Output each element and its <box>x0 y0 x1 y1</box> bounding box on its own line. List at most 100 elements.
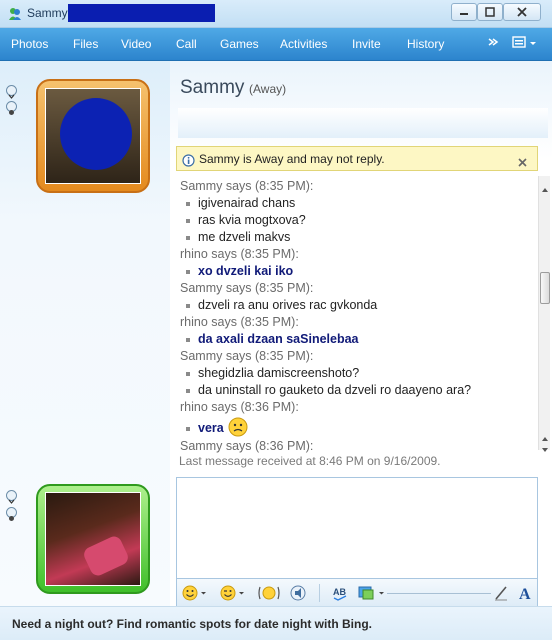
nudge-icon <box>258 586 280 600</box>
notice-text: Sammy is Away and may not reply. <box>199 152 385 166</box>
ad-banner[interactable]: Need a night out? Find romantic spots fo… <box>0 606 552 640</box>
message-text: ras kvia mogtxova? <box>198 213 306 227</box>
menu-bar: Photos Files Video Call Games Activities… <box>0 28 552 61</box>
font-button[interactable]: A <box>517 584 535 602</box>
maximize-button[interactable] <box>477 3 503 21</box>
ad-text[interactable]: Need a night out? Find romantic spots fo… <box>12 617 372 631</box>
send-picture-button[interactable] <box>357 584 387 602</box>
message-text: shegidzlia damiscreenshoto? <box>198 366 360 380</box>
wink-icon <box>220 585 244 601</box>
own-avatar <box>45 492 141 586</box>
svg-text:AB: AB <box>333 587 346 597</box>
chat-message: ras kvia mogtxova? <box>186 213 306 227</box>
menu-games[interactable]: Games <box>220 37 259 51</box>
minimize-icon <box>460 13 468 15</box>
bullet-marker <box>186 303 190 308</box>
sender-header: rhino says (8:35 PM): <box>180 247 299 261</box>
menu-call[interactable]: Call <box>176 37 197 51</box>
bullet-marker <box>186 371 190 376</box>
chat-message: dzveli ra anu orives rac gvkonda <box>186 298 377 312</box>
scroll-up-arrow-icon[interactable] <box>541 428 549 441</box>
voice-clip-button[interactable] <box>289 584 309 602</box>
bullet-marker <box>186 337 190 342</box>
options-menu-button[interactable] <box>512 35 538 54</box>
picture-icon <box>358 586 384 600</box>
chat-scrollbar[interactable] <box>538 176 550 452</box>
pen-icon <box>495 586 507 601</box>
handwriting-button[interactable] <box>493 584 509 602</box>
info-icon <box>182 152 195 171</box>
menu-options-icon <box>512 36 536 48</box>
contact-status: (Away) <box>249 82 287 96</box>
chat-message: xo dvzeli kai iko <box>186 264 293 278</box>
bullet-marker <box>186 201 190 206</box>
menu-files[interactable]: Files <box>73 37 98 51</box>
redacted-block <box>68 4 215 22</box>
chat-message: da axali dzaan saSinelebaa <box>186 332 359 346</box>
message-text: da axali dzaan saSinelebaa <box>198 332 359 346</box>
close-button[interactable] <box>503 3 541 21</box>
webcam-button[interactable] <box>6 101 17 115</box>
redacted-avatar-circle <box>60 98 132 170</box>
font-icon: A <box>519 586 531 602</box>
collapse-button-self[interactable] <box>6 490 17 504</box>
chat-message: shegidzlia damiscreenshoto? <box>186 366 359 380</box>
sender-header: Sammy says (8:36 PM): <box>180 439 314 453</box>
sender-header: Sammy says (8:35 PM): <box>180 349 314 363</box>
close-icon <box>518 158 527 167</box>
menu-invite[interactable]: Invite <box>352 37 381 51</box>
maximize-icon <box>485 7 495 17</box>
scroll-thumb[interactable] <box>540 272 550 304</box>
nudge-button[interactable] <box>257 584 283 602</box>
voice-clip-icon <box>290 585 306 601</box>
webcam-button-self[interactable] <box>6 507 17 521</box>
own-avatar-frame[interactable] <box>36 484 150 594</box>
contact-name: Sammy <box>180 77 245 98</box>
sender-header: Sammy says (8:35 PM): <box>180 281 314 295</box>
toolbar-separator <box>319 584 320 602</box>
sender-header: rhino says (8:35 PM): <box>180 315 299 329</box>
confused-face-icon <box>228 417 248 440</box>
menu-video[interactable]: Video <box>121 37 151 51</box>
last-message-info: Last message received at 8:46 PM on 9/16… <box>179 454 441 468</box>
bullet-marker <box>186 235 190 240</box>
double-chevron-right-icon <box>488 38 499 46</box>
close-icon <box>517 7 527 17</box>
chevron-down-icon <box>8 499 15 504</box>
chat-message: me dzveli makvs <box>186 230 290 244</box>
message-text: igivenairad chans <box>198 196 296 210</box>
scroll-up-arrow-icon[interactable] <box>541 179 549 192</box>
contact-avatar-frame[interactable] <box>36 79 150 193</box>
webcam-icon <box>9 516 14 521</box>
menu-activities[interactable]: Activities <box>280 37 327 51</box>
chat-message: igivenairad chans <box>186 196 295 210</box>
message-text: da uninstall ro gauketo da dzveli ro daa… <box>198 383 472 397</box>
message-history[interactable]: Sammy says (8:35 PM): igivenairad chans ra… <box>176 176 536 453</box>
wink-button[interactable] <box>219 584 245 602</box>
message-text: me dzveli makvs <box>198 230 291 244</box>
avatar-figure <box>81 533 131 579</box>
webcam-icon <box>9 110 14 115</box>
minimize-button[interactable] <box>451 3 477 21</box>
more-menu-button[interactable] <box>487 35 499 52</box>
emoticon-button[interactable] <box>181 584 207 602</box>
notice-close-button[interactable] <box>517 153 528 172</box>
bullet-marker <box>186 218 190 223</box>
input-toolbar: AB A <box>176 578 538 607</box>
messenger-icon <box>8 6 22 20</box>
message-text: vera <box>198 420 224 435</box>
menu-history[interactable]: History <box>407 37 444 51</box>
chat-message: vera <box>186 417 248 440</box>
bullet-marker <box>186 269 190 274</box>
menu-photos[interactable]: Photos <box>11 37 48 51</box>
scroll-down-arrow-icon[interactable] <box>541 439 549 452</box>
spell-check-button[interactable]: AB <box>331 584 351 602</box>
sender-header: Sammy says (8:35 PM): <box>180 179 314 193</box>
window-title: Sammy <box>27 6 68 20</box>
smiley-icon <box>182 585 206 601</box>
away-notice: Sammy is Away and may not reply. <box>176 146 538 171</box>
collapse-button[interactable] <box>6 85 17 99</box>
title-bar: Sammy <box>0 0 552 28</box>
bullet-marker <box>186 388 190 393</box>
message-text: xo dvzeli kai iko <box>198 264 294 278</box>
